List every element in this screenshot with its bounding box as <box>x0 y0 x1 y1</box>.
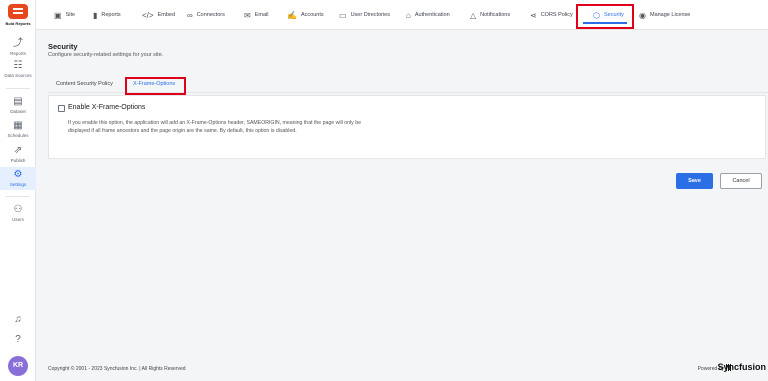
dataset-icon: ▤ <box>13 96 23 107</box>
rail-item-schedules[interactable]: ▦ Schedules <box>0 120 36 138</box>
logo-text: Bold Reports <box>5 21 31 26</box>
directory-icon: ▭ <box>339 10 347 20</box>
rail-item-publish[interactable]: ⇗ Publish <box>0 145 36 163</box>
tab-notifications[interactable]: △ Notifications <box>470 0 510 30</box>
page-subtitle: Configure security-related settings for … <box>48 52 164 58</box>
tab-reports[interactable]: ▮ Reports <box>93 0 121 30</box>
code-icon: </> <box>142 10 154 20</box>
rail-item-settings[interactable]: ⚙ Settings <box>0 167 36 190</box>
bell-icon: △ <box>470 10 477 20</box>
page-title: Security <box>48 42 78 51</box>
accounts-icon: ✍ <box>287 10 297 20</box>
save-button[interactable]: Save <box>676 173 713 189</box>
chart-line-icon: ⤴ <box>13 38 23 49</box>
gear-icon: ⚙ <box>13 169 23 180</box>
cancel-button[interactable]: Cancel <box>720 173 762 189</box>
bold-reports-logo-icon <box>8 4 28 19</box>
x-frame-options-highlight-box <box>125 77 186 95</box>
avatar[interactable]: KR <box>8 356 28 376</box>
tab-user-directories[interactable]: ▭ User Directories <box>339 0 390 30</box>
left-rail: Bold Reports ⤴ Reports ☷ Data Sources ▤ … <box>0 0 36 381</box>
enable-x-frame-options-label[interactable]: Enable X-Frame-Options <box>68 104 145 111</box>
settings-top-nav: ▣ Site ▮ Reports </> Embed ∞ Connectors … <box>36 0 768 30</box>
tab-embed[interactable]: </> Embed <box>142 0 175 30</box>
link-icon: ∞ <box>187 10 193 20</box>
license-icon: ◉ <box>639 10 646 20</box>
tab-manage-license[interactable]: ◉ Manage License <box>639 0 690 30</box>
enable-x-frame-options-checkbox[interactable] <box>58 105 65 112</box>
rail-item-data-sources[interactable]: ☷ Data Sources <box>0 60 36 78</box>
data-sources-icon: ☷ <box>13 60 23 71</box>
tab-accounts[interactable]: ✍ Accounts <box>287 0 324 30</box>
notifications-bell-button[interactable]: ♫ <box>0 314 36 326</box>
rail-item-reports[interactable]: ⤴ Reports <box>0 38 36 56</box>
rail-item-dataset[interactable]: ▤ Dataset <box>0 96 36 114</box>
x-frame-options-description: If you enable this option, the applicati… <box>68 120 361 134</box>
copyright-text: Copyright © 2001 - 2023 Syncfusion Inc. … <box>48 366 186 372</box>
tab-authentication[interactable]: ⌂ Authentication <box>406 0 450 30</box>
users-icon: ⚇ <box>13 204 23 215</box>
rail-divider <box>6 196 30 197</box>
syncfusion-brand[interactable]: Syncfusion <box>717 362 766 372</box>
tab-cors-policy[interactable]: ⋖ CORS Policy <box>530 0 573 30</box>
rail-divider <box>6 88 30 89</box>
bell-icon: ♫ <box>14 314 22 325</box>
help-icon: ? <box>15 334 21 345</box>
tab-email[interactable]: ✉ Email <box>244 0 268 30</box>
mail-icon: ✉ <box>244 10 251 20</box>
help-button[interactable]: ? <box>0 334 36 346</box>
lock-icon: ⌂ <box>406 10 411 20</box>
tab-site[interactable]: ▣ Site <box>54 0 75 30</box>
footer: Copyright © 2001 - 2023 Syncfusion Inc. … <box>36 358 768 381</box>
share-icon: ⋖ <box>530 10 537 20</box>
site-icon: ▣ <box>54 10 62 20</box>
app-logo[interactable]: Bold Reports <box>0 4 36 26</box>
publish-icon: ⇗ <box>13 145 23 156</box>
security-tab-highlight-box <box>576 4 634 29</box>
tab-connectors[interactable]: ∞ Connectors <box>187 0 225 30</box>
bar-chart-icon: ▮ <box>93 10 98 20</box>
rail-item-users[interactable]: ⚇ Users <box>0 204 36 222</box>
calendar-icon: ▦ <box>13 120 23 131</box>
subtab-content-security-policy[interactable]: Content Security Policy <box>56 81 113 87</box>
